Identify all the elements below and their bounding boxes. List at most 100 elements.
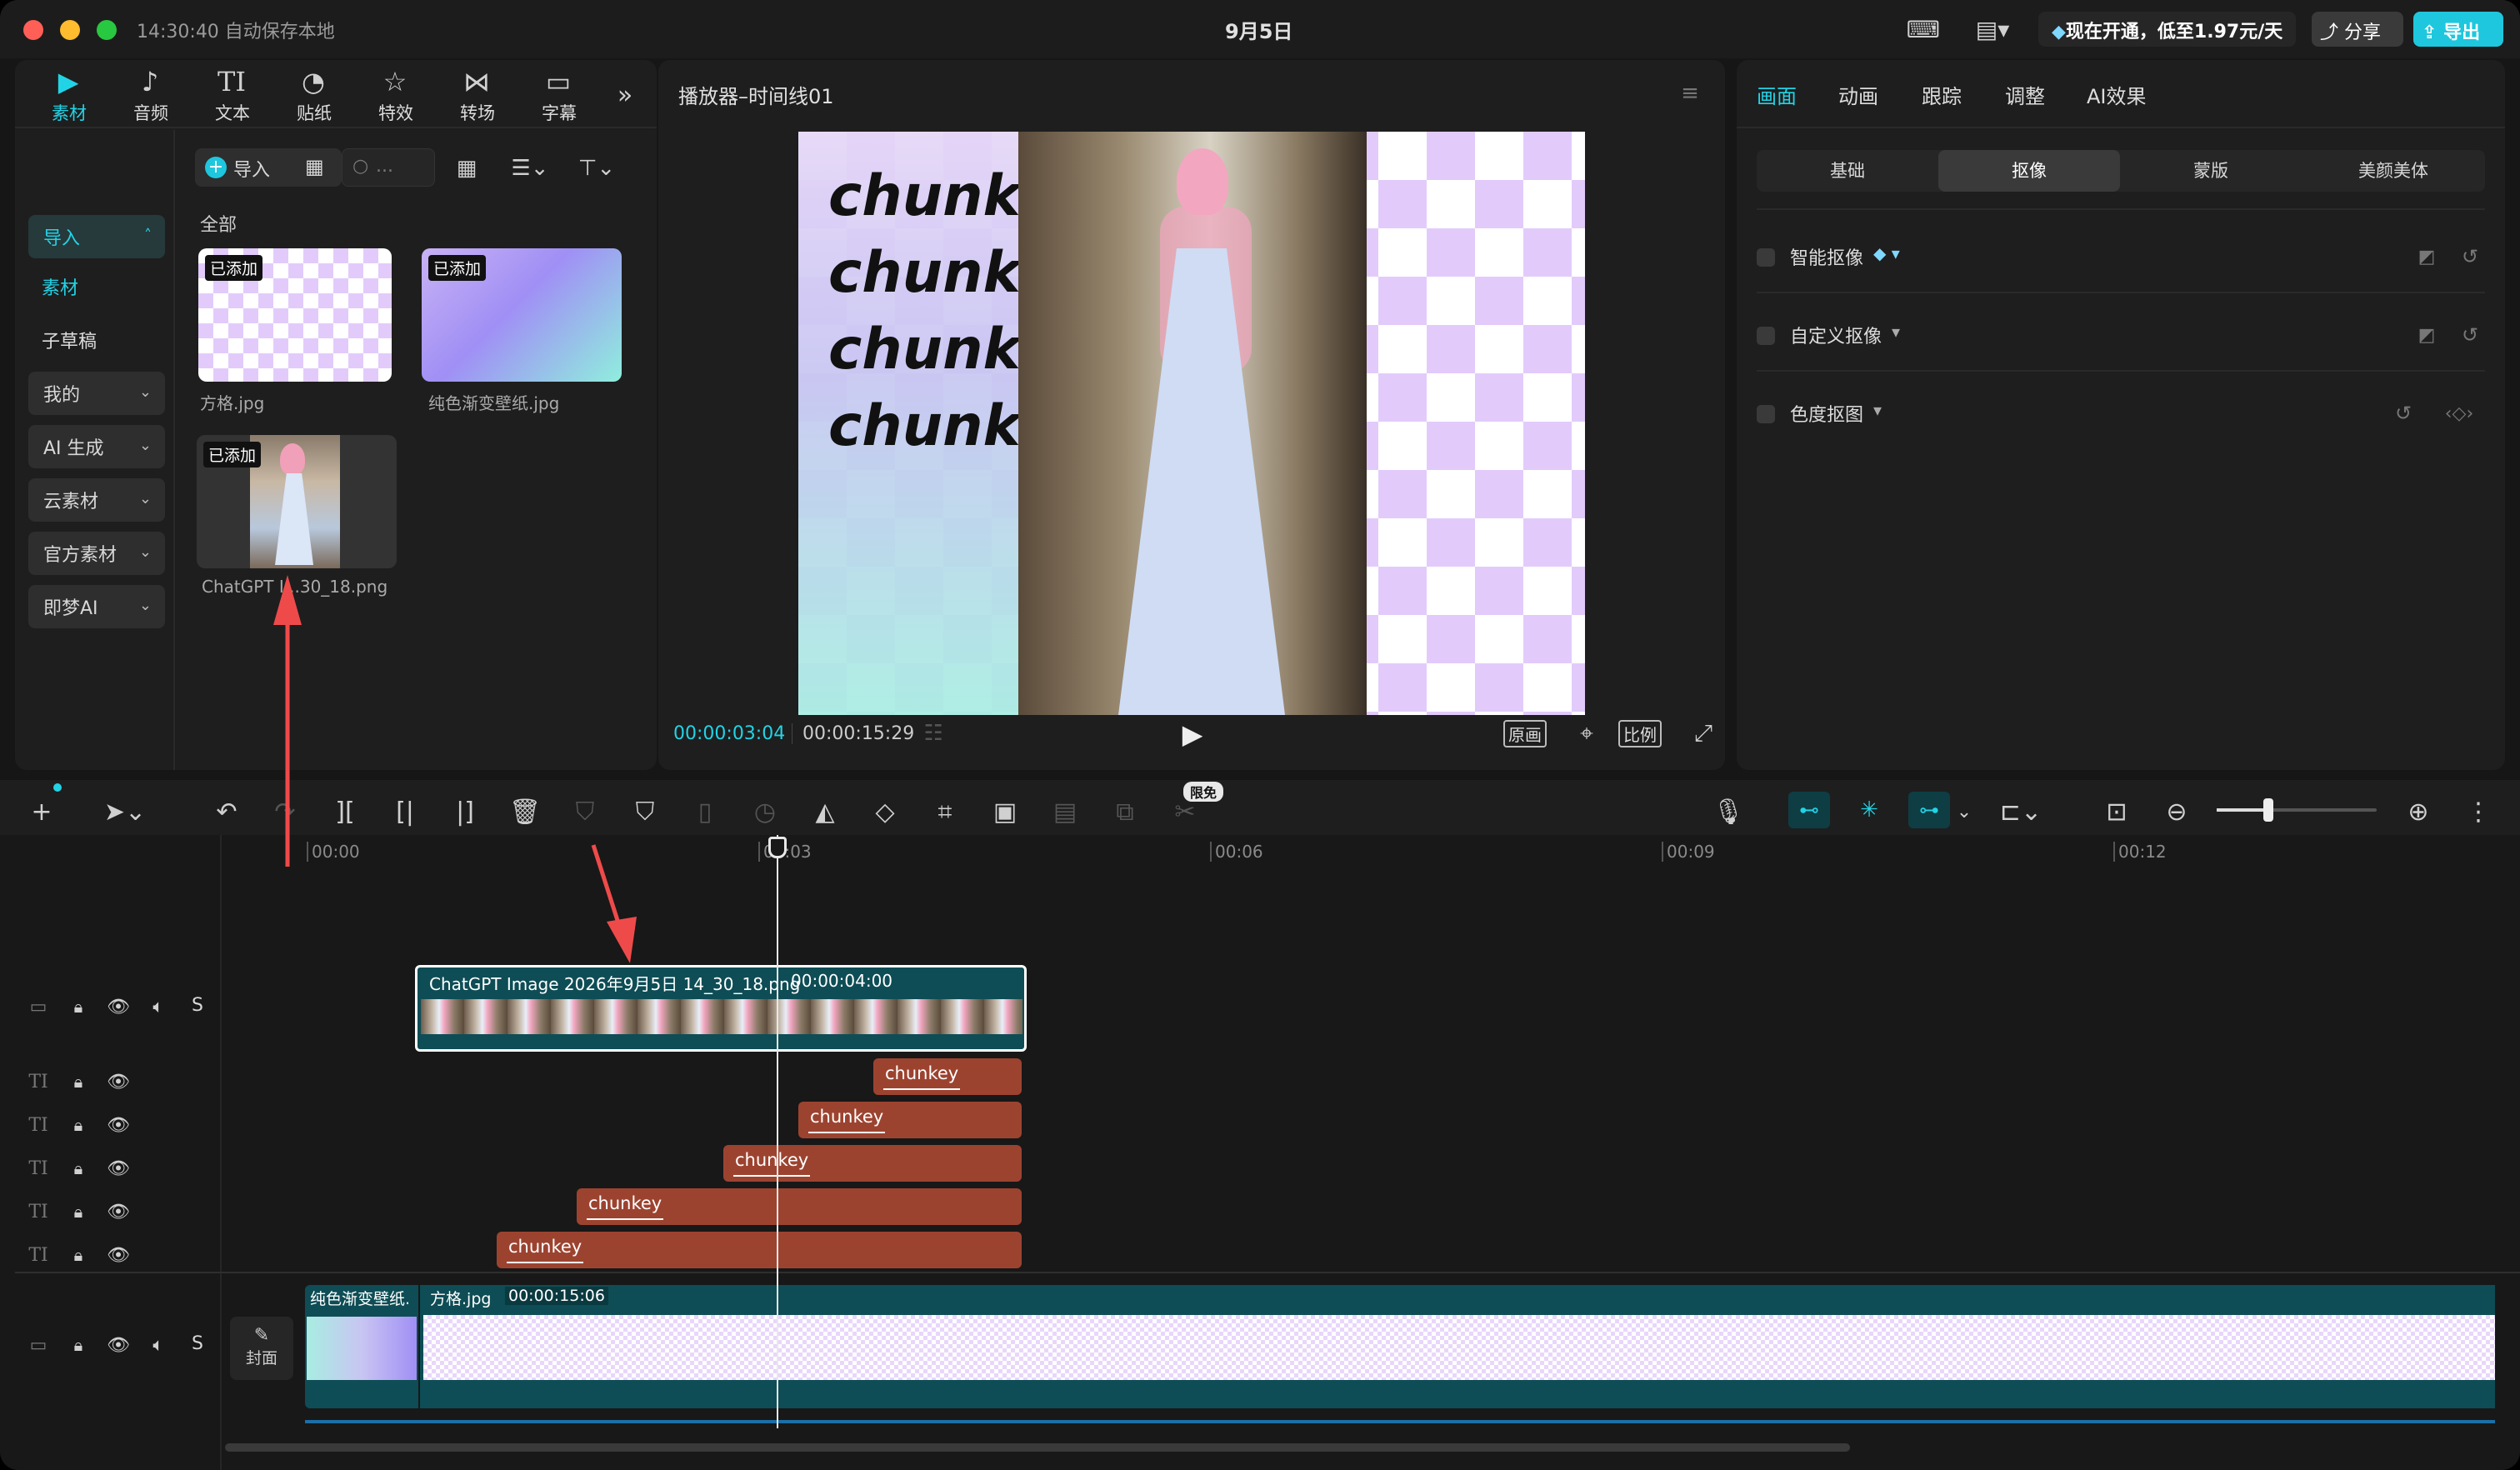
import-button[interactable]: + 导入 ▦ — [195, 148, 342, 187]
menu-icon[interactable]: ≡ — [1673, 77, 1707, 110]
mirror-icon[interactable]: ◭ — [807, 793, 843, 830]
zoom-slider-handle[interactable] — [2263, 798, 2273, 822]
subtab-basic[interactable]: 基础 — [1757, 150, 1938, 192]
reset-icon[interactable]: ↺ — [2455, 320, 2485, 350]
eye-icon[interactable]: 👁︎ — [103, 1110, 133, 1140]
tab-effects[interactable]: ☆ 特效 — [358, 66, 433, 123]
tab-media[interactable]: ▶ 素材 — [32, 66, 107, 123]
eye-icon[interactable]: 👁︎ — [103, 1197, 133, 1227]
sidebar-dropdown-jimeng[interactable]: 即梦AI ⌄ — [28, 585, 165, 628]
sidebar-dropdown-cloud[interactable]: 云素材 ⌄ — [28, 478, 165, 522]
lock-icon[interactable]: 🔒︎ — [63, 992, 93, 1022]
tab-caption[interactable]: ▭ 字幕 — [522, 66, 597, 123]
aspect-ratio-button[interactable]: 比例 — [1618, 720, 1662, 748]
edit-text-icon[interactable]: ▤ — [1047, 793, 1083, 830]
media-thumb-image[interactable]: 已添加 — [197, 435, 397, 568]
linkage-icon[interactable]: ⊶ — [1908, 792, 1950, 828]
lock-icon[interactable]: 🔒︎ — [63, 1067, 93, 1097]
edit-icon[interactable]: ◩ — [2412, 242, 2442, 272]
grid-view-icon[interactable]: ▦ — [450, 152, 483, 185]
list-icon[interactable]: ☷ — [915, 717, 952, 750]
lock-icon[interactable]: 🔒︎ — [63, 1197, 93, 1227]
chevron-down-icon[interactable]: ▾ — [1892, 322, 1900, 342]
marker-icon[interactable]: ⛉ — [627, 793, 663, 830]
qr-icon[interactable]: ▦ — [305, 155, 324, 178]
split-icon[interactable]: ][ — [327, 793, 363, 830]
volume-icon[interactable]: 🔈︎ — [143, 1330, 173, 1360]
lock-icon[interactable]: 🔒︎ — [63, 1153, 93, 1183]
chevron-down-icon[interactable]: ⌄ — [1952, 793, 1977, 830]
text-clip[interactable]: chunkey — [873, 1058, 1022, 1095]
filter-icon[interactable]: ⊤⌄ — [572, 152, 622, 185]
tab-text[interactable]: TI 文本 — [195, 66, 270, 123]
subtab-beauty[interactable]: 美颜美体 — [2302, 150, 2485, 192]
horizontal-scrollbar[interactable] — [225, 1443, 1850, 1452]
zoom-window-button[interactable] — [97, 20, 117, 40]
tab-tracking[interactable]: 跟踪 — [1922, 80, 1962, 109]
reset-icon[interactable]: ↺ — [2455, 242, 2485, 272]
delete-icon[interactable]: 🗑 — [507, 793, 543, 830]
media-thumb-checker[interactable]: 已添加 — [198, 248, 392, 382]
eye-icon[interactable]: 👁︎ — [103, 1153, 133, 1183]
playhead-handle[interactable] — [768, 837, 787, 858]
minimize-window-button[interactable] — [60, 20, 80, 40]
subtab-keying[interactable]: 抠像 — [1938, 150, 2120, 192]
sidebar-import[interactable]: 导入 ˄ — [28, 215, 165, 258]
share-button[interactable]: ⤴ 分享 — [2312, 12, 2403, 47]
text-clip[interactable]: chunkey — [497, 1232, 1022, 1268]
play-icon[interactable]: ▶ — [1172, 713, 1213, 755]
text-clip[interactable]: chunkey — [723, 1145, 1022, 1182]
main-track-magnet-icon[interactable]: ⊷ — [1788, 792, 1830, 828]
export-button[interactable]: ⇪ 导出 — [2413, 12, 2503, 47]
transition-clip-icon[interactable]: ⧉ — [1107, 793, 1143, 830]
volume-icon[interactable]: 🔈︎ — [143, 992, 173, 1022]
tab-sticker[interactable]: ◔ 贴纸 — [277, 66, 352, 123]
playhead[interactable] — [777, 835, 778, 1428]
eye-icon[interactable]: 👁︎ — [103, 1330, 133, 1360]
microphone-icon[interactable]: 🎙 — [1710, 793, 1747, 830]
zoom-in-icon[interactable]: ⊕ — [2400, 793, 2437, 830]
search-input[interactable]: ○ ... — [342, 148, 435, 187]
media-thumb-gradient[interactable]: 已添加 — [422, 248, 622, 382]
preview-canvas[interactable]: chunke chunke chunke chunke — [798, 132, 1585, 715]
zoom-slider[interactable] — [2217, 798, 2377, 822]
edit-icon[interactable]: ◩ — [2412, 320, 2442, 350]
tab-picture[interactable]: 画面 — [1757, 80, 1797, 109]
layout-icon[interactable]: ▤▾ — [1963, 13, 2022, 45]
bg-clip-gradient[interactable]: 纯色渐变壁纸. — [305, 1285, 418, 1408]
tab-ai-effects[interactable]: AI效果 — [2087, 80, 2147, 109]
vip-promo-button[interactable]: ◆现在开通，低至1.97元/天 — [2038, 12, 2297, 47]
sidebar-dropdown-official[interactable]: 官方素材 ⌄ — [28, 532, 165, 575]
original-quality-button[interactable]: 原画 — [1503, 720, 1547, 748]
reset-icon[interactable]: ↺ — [2388, 398, 2418, 428]
lock-icon[interactable]: 🔒︎ — [63, 1240, 93, 1270]
screenshot-icon[interactable]: ⌖ — [1568, 715, 1605, 752]
cover-button[interactable]: ✎ 封面 — [230, 1317, 293, 1380]
select-pointer-icon[interactable]: ➤⌄ — [92, 793, 158, 830]
close-window-button[interactable] — [23, 20, 43, 40]
subtab-mask[interactable]: 蒙版 — [2120, 150, 2302, 192]
auto-reframe-icon[interactable]: ▣ — [987, 793, 1023, 830]
undo-icon[interactable]: ↶ — [208, 793, 245, 830]
tab-audio[interactable]: ♪ 音频 — [113, 66, 188, 123]
chroma-key-checkbox[interactable] — [1757, 405, 1775, 423]
tab-animation[interactable]: 动画 — [1838, 80, 1878, 109]
trim-left-icon[interactable]: [| — [387, 793, 423, 830]
sidebar-dropdown-ai[interactable]: AI 生成 ⌄ — [28, 425, 165, 468]
keyframe-icon[interactable]: ‹◇› — [2430, 398, 2488, 428]
fullscreen-icon[interactable]: ⤢ — [1685, 715, 1722, 752]
eye-icon[interactable]: 👁︎ — [103, 992, 133, 1022]
chevron-down-icon[interactable]: ▾ — [1873, 400, 1882, 420]
eye-icon[interactable]: 👁︎ — [103, 1240, 133, 1270]
sidebar-item-media[interactable]: 素材 — [42, 273, 78, 300]
solo-button[interactable]: S — [192, 995, 203, 1016]
eye-icon[interactable]: 👁︎ — [103, 1067, 133, 1097]
trim-right-icon[interactable]: |] — [447, 793, 483, 830]
crop-icon[interactable]: ⌗ — [927, 793, 963, 830]
keyboard-icon[interactable]: ⌨ — [1905, 13, 1942, 45]
solo-button[interactable]: S — [192, 1333, 203, 1354]
rotate-icon[interactable]: ◇ — [867, 793, 903, 830]
zoom-out-icon[interactable]: ⊖ — [2158, 793, 2195, 830]
tab-adjust[interactable]: 调整 — [2005, 80, 2045, 109]
more-tabs-icon[interactable]: » — [608, 78, 642, 112]
